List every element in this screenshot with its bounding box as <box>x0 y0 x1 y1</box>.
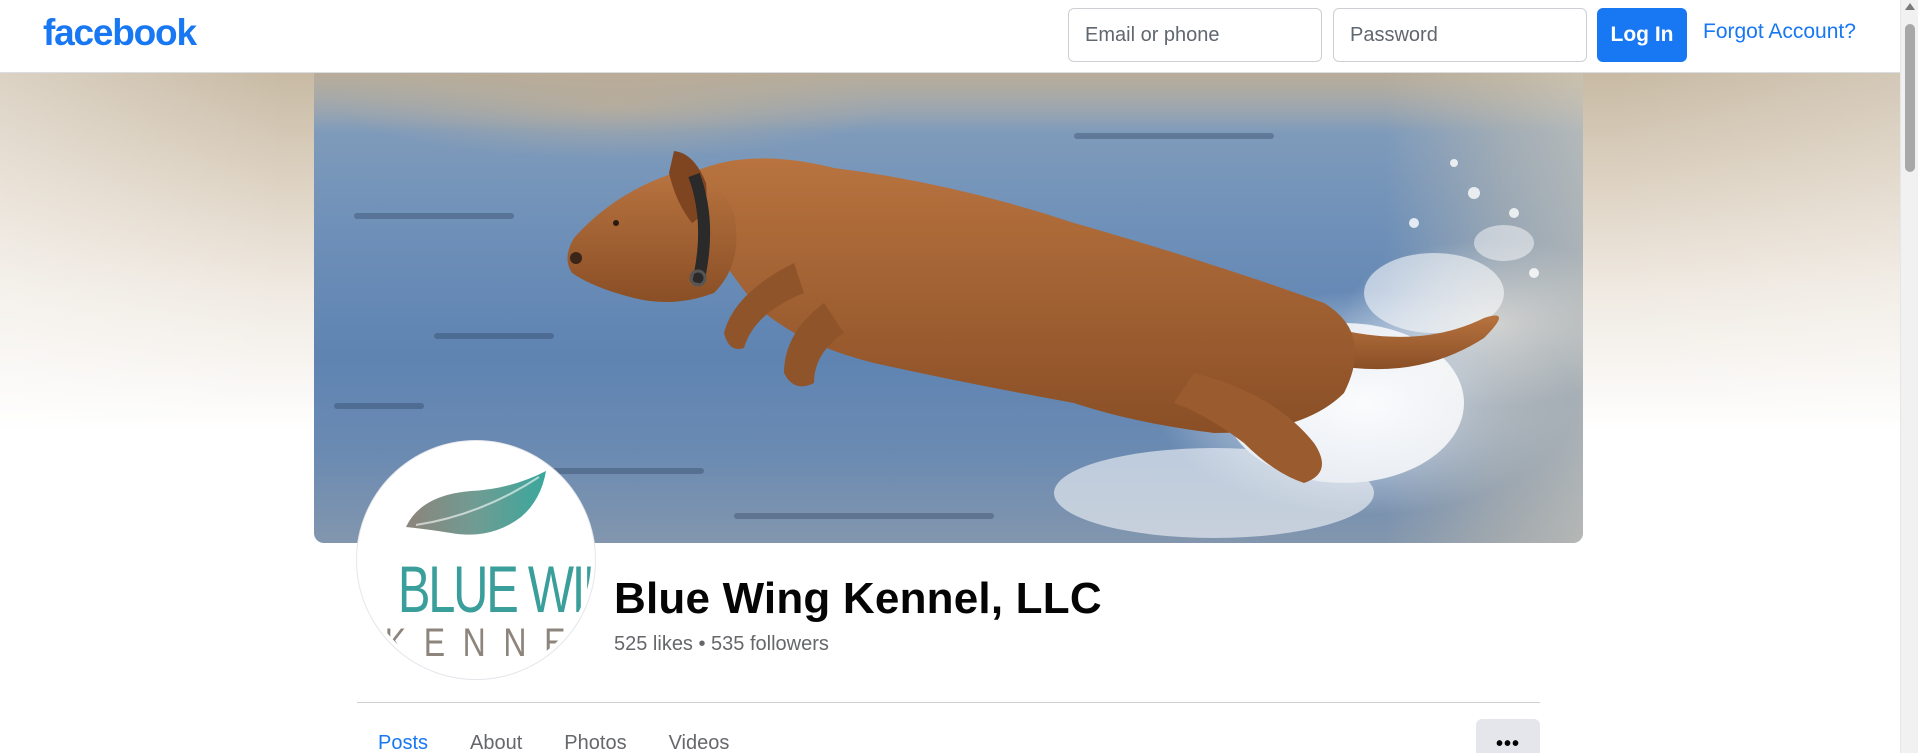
email-field[interactable]: Email or phone <box>1068 8 1322 62</box>
profile-picture[interactable]: BLUE WING KENNE <box>357 441 595 679</box>
page-stats: 525 likes • 535 followers <box>614 633 829 655</box>
tab-posts[interactable]: Posts <box>357 720 449 753</box>
more-horizontal-icon: ••• <box>1495 733 1520 753</box>
header-divider <box>357 702 1540 703</box>
avatar-logo-text: BLUE WING <box>397 552 591 626</box>
page-tabs: Posts About Photos Videos <box>357 720 750 753</box>
avatar-logo-subtext: KENNE <box>384 621 584 665</box>
page-scrollbar[interactable] <box>1900 0 1918 753</box>
password-field[interactable]: Password <box>1333 8 1587 62</box>
tab-videos[interactable]: Videos <box>648 720 751 753</box>
scrollbar-thumb[interactable] <box>1905 24 1915 172</box>
tab-about[interactable]: About <box>449 720 543 753</box>
triangle-up-icon[interactable] <box>1905 3 1915 10</box>
top-nav-bar: facebook Email or phone Password Log In … <box>0 0 1900 73</box>
login-button[interactable]: Log In <box>1597 8 1687 62</box>
page-title: Blue Wing Kennel, LLC <box>614 574 1102 623</box>
facebook-logo[interactable]: facebook <box>43 12 197 54</box>
more-options-button[interactable]: ••• <box>1476 719 1540 753</box>
tab-photos[interactable]: Photos <box>543 720 647 753</box>
forgot-account-link[interactable]: Forgot Account? <box>1703 20 1856 44</box>
